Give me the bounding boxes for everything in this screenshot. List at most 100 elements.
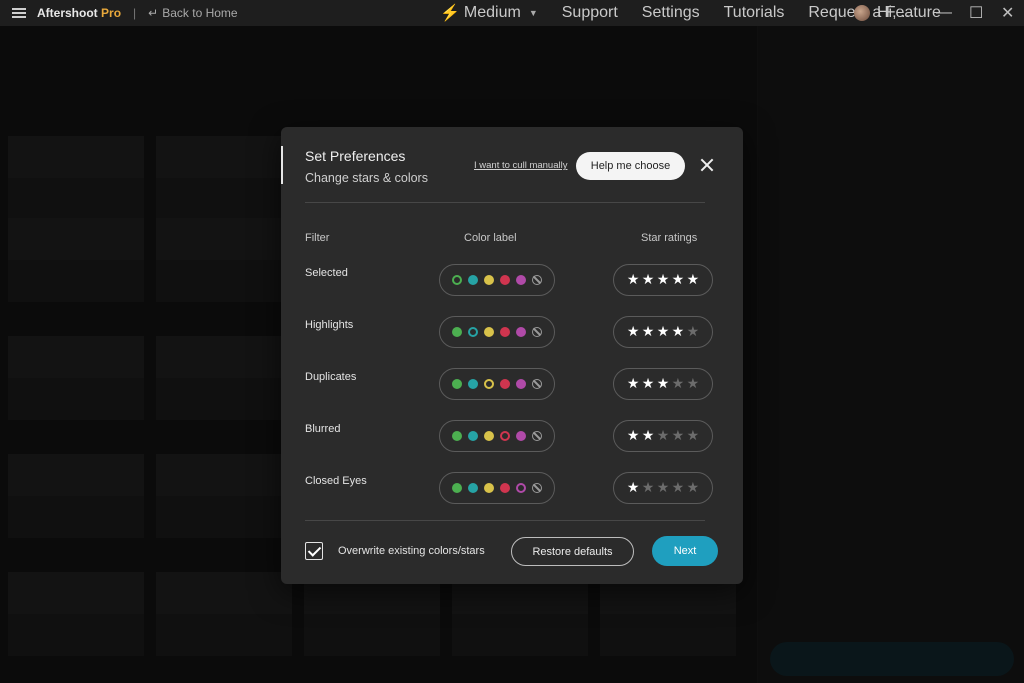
color-dot-yellow[interactable] <box>484 431 494 441</box>
color-dot-yellow[interactable] <box>484 483 494 493</box>
star-icon[interactable]: ★ <box>687 273 700 287</box>
color-dot-red[interactable] <box>500 275 510 285</box>
star-ratings-header: Star ratings <box>641 232 698 244</box>
no-color-icon[interactable] <box>532 327 542 337</box>
title-accent-bar <box>281 146 283 184</box>
color-dot-purple[interactable] <box>516 431 526 441</box>
overwrite-checkbox[interactable] <box>305 542 323 560</box>
app-logo: Aftershoot Pro <box>37 6 121 20</box>
star-icon[interactable]: ★ <box>642 325 655 339</box>
color-label-picker[interactable] <box>439 472 555 504</box>
color-dot-green[interactable] <box>452 379 462 389</box>
star-icon[interactable]: ★ <box>627 481 640 495</box>
color-dot-yellow[interactable] <box>484 275 494 285</box>
lightning-icon: ⚡ <box>440 5 460 22</box>
user-menu[interactable]: Hi, ... <box>854 4 914 22</box>
color-dot-green[interactable] <box>452 483 462 493</box>
back-arrow-icon: ↵ <box>148 6 159 20</box>
star-rating-picker[interactable]: ★ ★ ★ ★ ★ <box>613 472 713 504</box>
star-icon[interactable]: ★ <box>642 481 655 495</box>
star-icon[interactable]: ★ <box>642 429 655 443</box>
color-dot-teal[interactable] <box>468 275 478 285</box>
color-dot-purple[interactable] <box>516 327 526 337</box>
star-icon[interactable]: ★ <box>672 377 685 391</box>
no-color-icon[interactable] <box>532 431 542 441</box>
star-icon[interactable]: ★ <box>687 325 700 339</box>
close-window-icon[interactable]: ✕ <box>1001 0 1014 26</box>
color-label-picker[interactable] <box>439 264 555 296</box>
color-dot-red[interactable] <box>500 327 510 337</box>
no-color-icon[interactable] <box>532 483 542 493</box>
star-rating-picker[interactable]: ★ ★ ★ ★ ★ <box>613 264 713 296</box>
color-dot-yellow[interactable] <box>484 379 494 389</box>
maximize-window-icon[interactable]: ☐ <box>969 0 983 26</box>
color-dot-purple[interactable] <box>516 483 526 493</box>
dialog-title: Set Preferences <box>305 148 406 164</box>
menu-support[interactable]: Support <box>562 4 618 22</box>
star-icon[interactable]: ★ <box>627 325 640 339</box>
color-dot-red[interactable] <box>500 431 510 441</box>
avatar <box>854 5 870 21</box>
star-rating-picker[interactable]: ★ ★ ★ ★ ★ <box>613 316 713 348</box>
star-icon[interactable]: ★ <box>627 377 640 391</box>
app-edition: Pro <box>101 6 122 20</box>
star-icon[interactable]: ★ <box>687 481 700 495</box>
color-dot-red[interactable] <box>500 379 510 389</box>
star-icon[interactable]: ★ <box>672 481 685 495</box>
star-icon[interactable]: ★ <box>687 429 700 443</box>
hamburger-menu-icon[interactable] <box>12 8 26 18</box>
user-greeting: Hi, ... <box>877 4 915 21</box>
star-icon[interactable]: ★ <box>672 429 685 443</box>
star-icon[interactable]: ★ <box>672 325 685 339</box>
menu-settings[interactable]: Settings <box>642 4 700 22</box>
menu-tutorials[interactable]: Tutorials <box>724 4 785 22</box>
star-icon[interactable]: ★ <box>627 273 640 287</box>
color-dot-teal[interactable] <box>468 431 478 441</box>
color-dot-teal[interactable] <box>468 327 478 337</box>
star-icon[interactable]: ★ <box>657 325 670 339</box>
next-button[interactable]: Next <box>652 536 718 566</box>
close-icon[interactable] <box>698 156 716 174</box>
color-dot-teal[interactable] <box>468 483 478 493</box>
color-dot-green[interactable] <box>452 275 462 285</box>
color-dot-green[interactable] <box>452 327 462 337</box>
help-me-choose-button[interactable]: Help me choose <box>576 152 685 180</box>
color-dot-purple[interactable] <box>516 379 526 389</box>
filter-header: Filter <box>305 232 330 244</box>
back-to-home-label: Back to Home <box>162 6 238 20</box>
star-icon[interactable]: ★ <box>687 377 700 391</box>
no-color-icon[interactable] <box>532 379 542 389</box>
star-icon[interactable]: ★ <box>657 429 670 443</box>
restore-defaults-button[interactable]: Restore defaults <box>511 537 634 566</box>
top-divider <box>305 202 705 203</box>
color-dot-teal[interactable] <box>468 379 478 389</box>
star-icon[interactable]: ★ <box>672 273 685 287</box>
star-icon[interactable]: ★ <box>657 481 670 495</box>
chevron-down-icon: ▼ <box>528 8 538 18</box>
color-dot-green[interactable] <box>452 431 462 441</box>
color-dot-red[interactable] <box>500 483 510 493</box>
color-dot-purple[interactable] <box>516 275 526 285</box>
no-color-icon[interactable] <box>532 275 542 285</box>
star-rating-picker[interactable]: ★ ★ ★ ★ ★ <box>613 368 713 400</box>
title-separator: | <box>133 6 137 20</box>
color-dot-yellow[interactable] <box>484 327 494 337</box>
star-icon[interactable]: ★ <box>627 429 640 443</box>
set-preferences-dialog: Set Preferences Change stars & colors I … <box>281 127 743 584</box>
dialog-subtitle: Change stars & colors <box>305 171 428 185</box>
minimize-window-icon[interactable]: — <box>936 0 952 26</box>
cull-manually-link[interactable]: I want to cull manually <box>474 160 567 171</box>
star-icon[interactable]: ★ <box>642 273 655 287</box>
color-label-picker[interactable] <box>439 316 555 348</box>
star-rating-picker[interactable]: ★ ★ ★ ★ ★ <box>613 420 713 452</box>
filter-label: Blurred <box>305 423 341 435</box>
star-icon[interactable]: ★ <box>642 377 655 391</box>
profile-dropdown[interactable]: ⚡ Medium ▼ <box>440 3 538 23</box>
color-label-picker[interactable] <box>439 420 555 452</box>
back-to-home-link[interactable]: ↵ Back to Home <box>148 6 237 20</box>
filter-label: Closed Eyes <box>305 475 367 487</box>
color-label-picker[interactable] <box>439 368 555 400</box>
star-icon[interactable]: ★ <box>657 377 670 391</box>
filter-label: Selected <box>305 267 348 279</box>
star-icon[interactable]: ★ <box>657 273 670 287</box>
